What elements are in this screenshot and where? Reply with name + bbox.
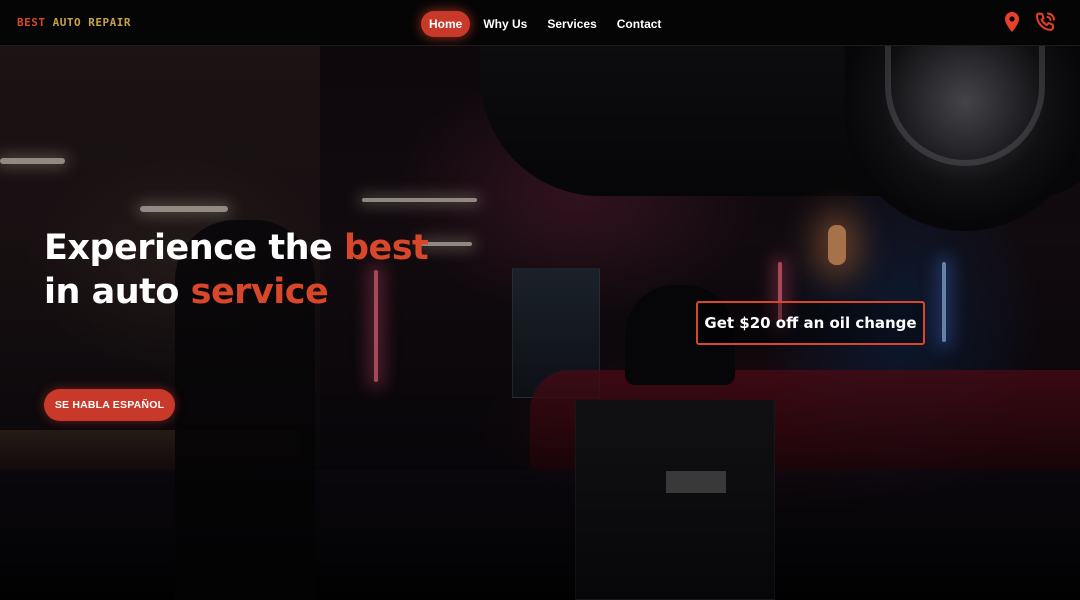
headline-line1: Experience the [44,228,333,268]
nav-link-contact[interactable]: Contact [610,11,669,37]
nav-link-why-us[interactable]: Why Us [476,11,534,37]
logo-word-auto-repair: AUTO REPAIR [52,16,131,29]
headline-line2: in auto [44,272,179,312]
nav-links: Home Why Us Services Contact [421,11,668,37]
logo[interactable]: BEST AUTO REPAIR [17,16,131,29]
headline-accent-best: best [343,228,429,268]
nav-link-services[interactable]: Services [540,11,603,37]
logo-word-best: BEST [17,16,46,29]
map-pin-icon[interactable] [1000,10,1024,34]
se-habla-espanol-button[interactable]: SE HABLA ESPAÑOL [44,389,175,421]
headline-accent-service: service [190,272,329,312]
navbar: BEST AUTO REPAIR Home Why Us Services Co… [0,0,1080,46]
oil-change-promo-button[interactable]: Get $20 off an oil change [696,301,925,345]
hero-headline: Experience the best in auto service [44,226,564,314]
phone-ringing-icon[interactable] [1033,10,1057,34]
nav-link-home[interactable]: Home [421,11,471,37]
